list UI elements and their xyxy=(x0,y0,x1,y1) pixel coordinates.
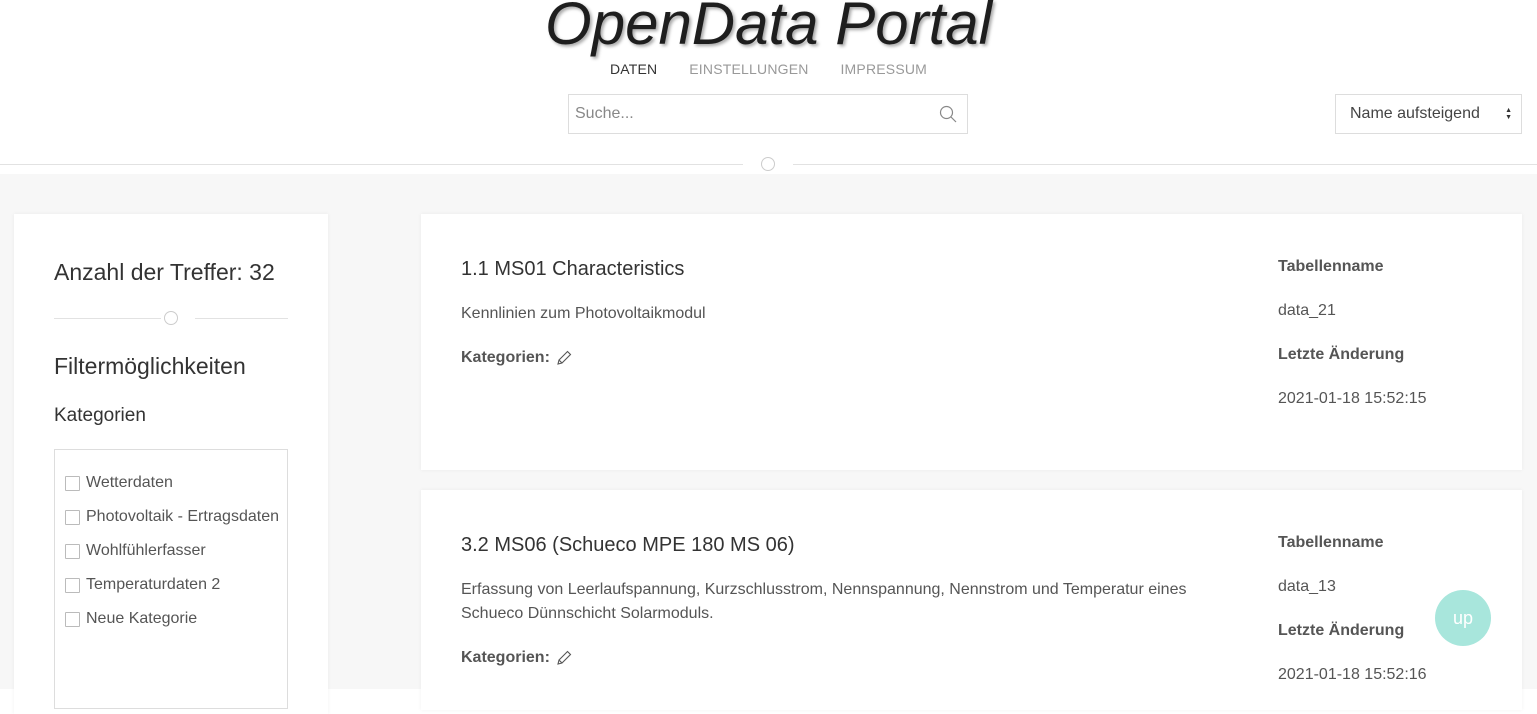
hits-count: Anzahl der Treffer: 32 xyxy=(54,259,275,285)
edit-pencil-icon[interactable] xyxy=(556,650,572,666)
dataset-description: Erfassung von Leerlaufspannung, Kurzschl… xyxy=(461,581,1187,622)
last-changed-label: Letzte Änderung xyxy=(1278,622,1405,639)
checkbox[interactable] xyxy=(65,509,80,525)
dataset-categories: Kategorien: xyxy=(461,349,572,367)
select-arrows-icon: ▲ ▼ xyxy=(1505,107,1512,121)
divider-circle-icon xyxy=(761,157,775,171)
category-item[interactable]: Wetterdaten xyxy=(65,474,173,492)
sidebar-divider-left xyxy=(54,318,161,319)
category-label: Temperaturdaten 2 xyxy=(86,576,221,593)
dataset-categories: Kategorien: xyxy=(461,649,572,667)
checkbox[interactable] xyxy=(65,611,80,627)
last-changed-label: Letzte Änderung xyxy=(1278,346,1405,363)
table-name-value: data_21 xyxy=(1278,302,1336,319)
categories-title: Kategorien xyxy=(54,405,146,426)
table-name-value: data_13 xyxy=(1278,578,1336,595)
category-item[interactable]: Neue Kategorie xyxy=(65,610,197,628)
dataset-title[interactable]: 3.2 MS06 (Schueco MPE 180 MS 06) xyxy=(461,534,795,557)
nav-daten[interactable]: DATEN xyxy=(610,61,657,77)
category-label: Photovoltaik - Ertragsdaten xyxy=(86,508,279,525)
dataset-card[interactable]: 3.2 MS06 (Schueco MPE 180 MS 06) Erfassu… xyxy=(421,490,1522,710)
scroll-up-button[interactable]: up xyxy=(1435,590,1491,646)
dataset-title[interactable]: 1.1 MS01 Characteristics xyxy=(461,258,684,281)
logo: OpenData Portal xyxy=(545,0,992,57)
divider-circle-icon xyxy=(164,311,178,325)
category-item[interactable]: Photovoltaik - Ertragsdaten xyxy=(65,508,279,526)
header-divider-right xyxy=(793,164,1537,165)
category-label: Wetterdaten xyxy=(86,474,173,491)
table-name-label: Tabellenname xyxy=(1278,534,1384,551)
checkbox[interactable] xyxy=(65,475,80,491)
search-icon[interactable] xyxy=(939,105,957,123)
search-box xyxy=(568,94,968,134)
category-list: Wetterdaten Photovoltaik - Ertragsdaten … xyxy=(54,449,288,709)
main-nav: DATEN EINSTELLUNGEN IMPRESSUM xyxy=(0,61,1537,77)
sort-select-value: Name aufsteigend xyxy=(1350,105,1480,122)
edit-pencil-icon[interactable] xyxy=(556,350,572,366)
categories-label: Kategorien: xyxy=(461,649,550,666)
table-name-label: Tabellenname xyxy=(1278,258,1384,275)
dataset-card[interactable]: 1.1 MS01 Characteristics Kennlinien zum … xyxy=(421,214,1522,470)
checkbox[interactable] xyxy=(65,543,80,559)
categories-label: Kategorien: xyxy=(461,349,550,366)
nav-impressum[interactable]: IMPRESSUM xyxy=(840,61,927,77)
nav-einstellungen[interactable]: EINSTELLUNGEN xyxy=(689,61,808,77)
header-divider-left xyxy=(0,164,743,165)
header: OpenData Portal DATEN EINSTELLUNGEN IMPR… xyxy=(0,0,1537,174)
last-changed-value: 2021-01-18 15:52:15 xyxy=(1278,390,1427,407)
search-input[interactable] xyxy=(569,95,929,133)
dataset-description: Kennlinien zum Photovoltaikmodul xyxy=(461,305,706,322)
category-item[interactable]: Wohlfühlerfasser xyxy=(65,542,206,560)
filter-title: Filtermöglichkeiten xyxy=(54,353,246,379)
last-changed-value: 2021-01-18 15:52:16 xyxy=(1278,666,1427,683)
category-label: Neue Kategorie xyxy=(86,610,198,627)
category-label: Wohlfühlerfasser xyxy=(86,542,206,559)
checkbox[interactable] xyxy=(65,577,80,593)
category-item[interactable]: Temperaturdaten 2 xyxy=(65,576,220,594)
sort-select[interactable]: Name aufsteigend ▲ ▼ xyxy=(1335,94,1522,134)
filter-sidebar: Anzahl der Treffer: 32 Filtermöglichkeit… xyxy=(14,214,328,714)
sidebar-divider-right xyxy=(195,318,288,319)
